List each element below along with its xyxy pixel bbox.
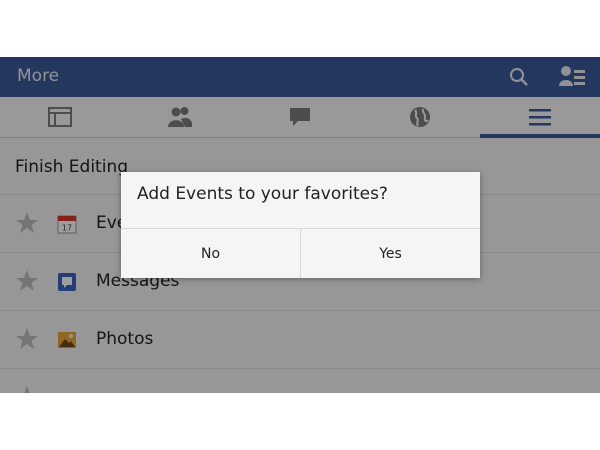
- dialog-message: Add Events to your favorites?: [137, 184, 388, 204]
- dialog-buttons: No Yes: [121, 228, 480, 278]
- yes-button[interactable]: Yes: [300, 229, 480, 278]
- no-button[interactable]: No: [121, 229, 300, 278]
- app-screen: More Finish Editing 17 Messages Photos A…: [0, 57, 600, 393]
- favorites-dialog: Add Events to your favorites? No Yes: [121, 172, 480, 278]
